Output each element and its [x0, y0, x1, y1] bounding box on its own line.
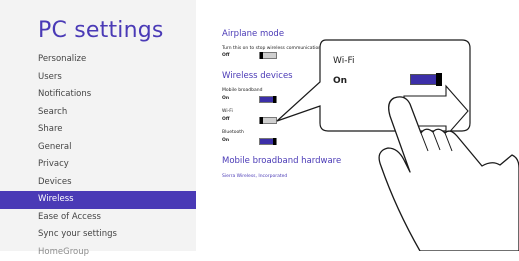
callout-illustration	[0, 0, 519, 251]
callout-wifi-label: Wi-Fi	[333, 56, 354, 66]
toggle-fill	[411, 75, 437, 84]
callout-wifi-state: On	[333, 76, 347, 86]
callout-wifi-toggle[interactable]	[410, 74, 442, 85]
toggle-thumb	[436, 73, 442, 86]
